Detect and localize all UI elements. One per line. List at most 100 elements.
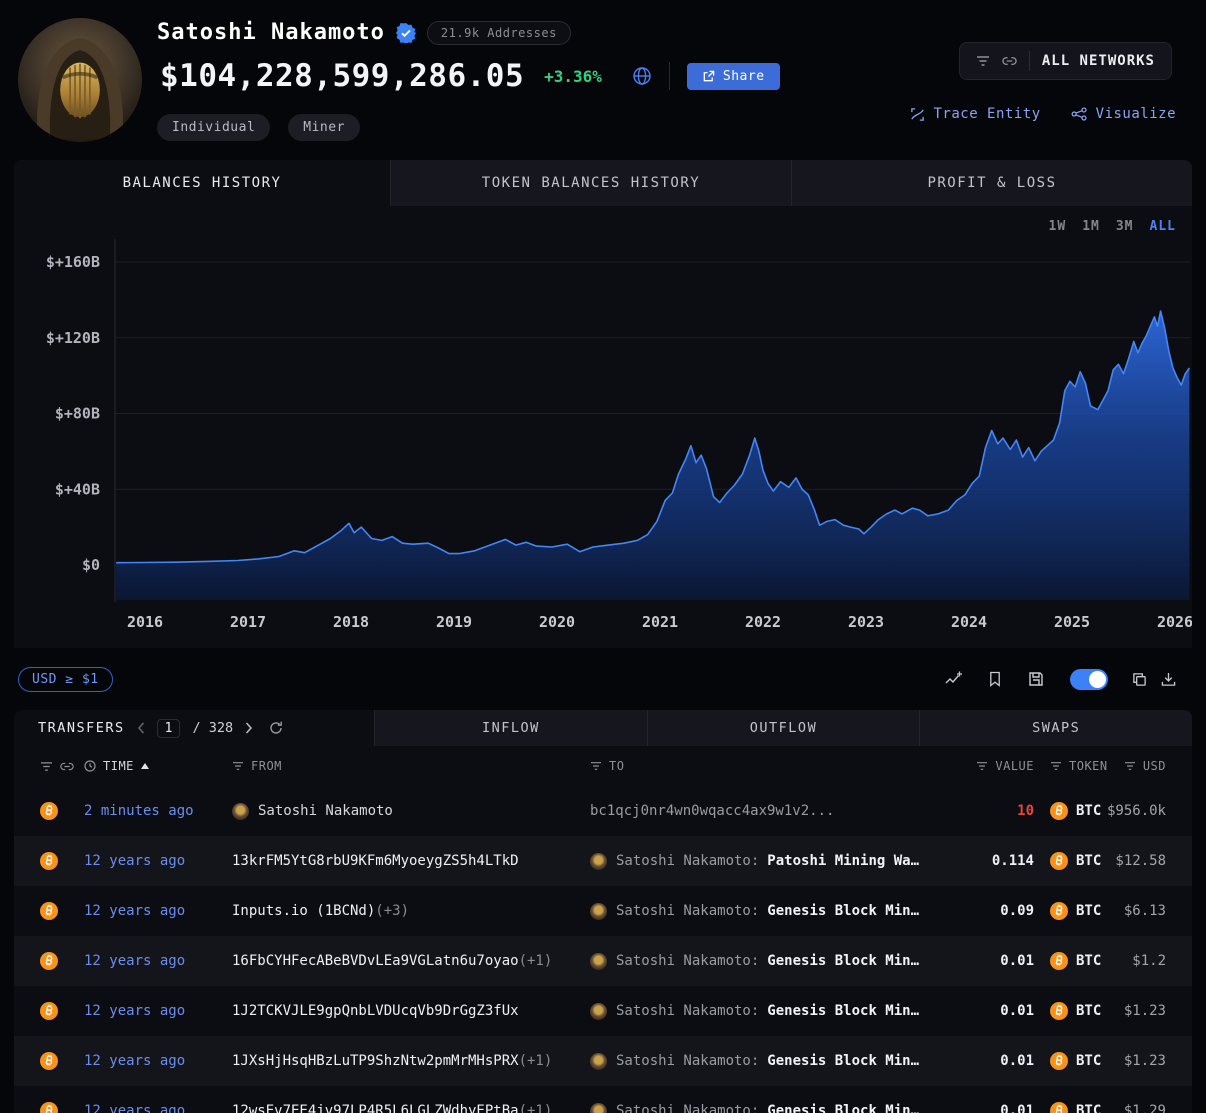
filter-icon [590,761,602,771]
transfers-panel: TRANSFERS 1 / 328 INFLOW OUTFLOW SWAPS T… [14,710,1192,1113]
add-chart-icon[interactable] [945,671,962,688]
table-row[interactable]: 12 years ago 1JXsHjHsqHBzLuTP9ShzNtw2pmM… [14,1036,1192,1086]
chart-tabbar: BALANCES HISTORY TOKEN BALANCES HISTORY … [14,160,1192,206]
filter-icon [1124,761,1136,771]
transfers-tabbar: TRANSFERS 1 / 328 INFLOW OUTFLOW SWAPS [14,710,1192,746]
svg-text:2019: 2019 [436,613,472,631]
table-row[interactable]: 12 years ago Inputs.io (1BCNd)(+3) Satos… [14,886,1192,936]
tab-transfers[interactable]: TRANSFERS [38,720,125,736]
link-icon [1002,56,1017,66]
portfolio-balance: $104,228,599,286.05 [160,58,524,94]
range-3m[interactable]: 3M [1116,219,1134,234]
chart-toolbar: USD ≥ $1 [0,648,1206,710]
transfer-to[interactable]: Satoshi Nakamoto:Genesis Block Min… [590,1053,976,1070]
table-row[interactable]: 12 years ago 13krFM5YtG8rbU9KFm6MyoeygZS… [14,836,1192,886]
transfer-usd: $1.29 [1104,1103,1166,1113]
btc-icon [40,1002,58,1020]
transfer-value: 0.01 [976,953,1034,969]
range-1w[interactable]: 1W [1049,219,1067,234]
transfer-time: 2 minutes ago [84,803,232,819]
refresh-icon[interactable] [269,721,283,735]
transfer-usd: $6.13 [1104,903,1166,919]
transfer-token: BTC [1034,1002,1104,1020]
transfer-to[interactable]: Satoshi Nakamoto:Genesis Block Min… [590,1003,976,1020]
column-time[interactable]: TIME [84,759,232,773]
next-page-icon[interactable] [245,722,253,734]
column-usd[interactable]: USD [1104,759,1166,773]
bookmark-icon[interactable] [988,671,1002,687]
link-icon[interactable] [60,762,74,771]
verified-badge-icon [396,23,416,43]
table-row[interactable]: 12 years ago 12wsEv7EE4jv97LP4R5L6LGLZWd… [14,1086,1192,1113]
divider [669,62,670,90]
btc-icon [1050,1102,1068,1113]
download-icon[interactable] [1161,672,1176,687]
btc-icon [40,1052,58,1070]
transfer-from[interactable]: 12wsEv7EE4jv97LP4R5L6LGLZWdhyEPtBa(+1) [232,1103,590,1113]
transfer-from[interactable]: 13krFM5YtG8rbU9KFm6MyoeygZS5h4LTkD [232,853,590,869]
trace-icon [910,107,925,122]
svg-text:2026: 2026 [1157,613,1192,631]
save-icon[interactable] [1028,671,1044,687]
transfer-usd: $956.0k [1104,803,1166,819]
range-all[interactable]: ALL [1150,219,1176,234]
table-row[interactable]: 12 years ago 16FbCYHFecABeBVDvLEa9VGLatn… [14,936,1192,986]
transfer-to[interactable]: Satoshi Nakamoto:Genesis Block Min… [590,953,976,970]
visualize-button[interactable]: Visualize [1071,106,1176,122]
transfer-from[interactable]: 1JXsHjHsqHBzLuTP9ShzNtw2pmMrMHsPRX(+1) [232,1053,590,1069]
chart-area: 1W 1M 3M ALL $+160B$+120B$+80B$+40B$0201… [14,206,1192,648]
transfer-to[interactable]: Satoshi Nakamoto:Genesis Block Min… [590,903,976,920]
sort-asc-icon [141,763,149,769]
transfer-token: BTC [1034,952,1104,970]
column-token[interactable]: TOKEN [1034,759,1104,773]
addresses-count-badge[interactable]: 21.9k Addresses [427,21,571,45]
transfer-from[interactable]: Satoshi Nakamoto [232,803,590,820]
tab-balances-history[interactable]: BALANCES HISTORY [14,160,390,206]
svg-text:2016: 2016 [127,613,163,631]
range-1m[interactable]: 1M [1082,219,1100,234]
tab-outflow[interactable]: OUTFLOW [647,710,920,746]
btc-icon [40,802,58,820]
svg-text:$+40B: $+40B [55,480,100,498]
current-page: 1 [157,719,181,738]
table-row[interactable]: 12 years ago 1J2TCKVJLE9gpQnbLVDUcqVb9Dr… [14,986,1192,1036]
transfers-table: 2 minutes ago Satoshi Nakamoto bc1qcj0nr… [14,786,1192,1113]
transfer-from[interactable]: 1J2TCKVJLE9gpQnbLVDUcqVb9DrGgZ3fUx [232,1003,590,1019]
trace-entity-button[interactable]: Trace Entity [910,106,1040,122]
transfer-to[interactable]: bc1qcj0nr4wn0wqacc4ax9w1v2... [590,803,976,819]
globe-icon[interactable] [632,66,652,86]
transfer-usd: $1.2 [1104,953,1166,969]
copy-icon[interactable] [1132,672,1147,687]
transfer-from[interactable]: 16FbCYHFecABeBVDvLEa9VGLatn6u7oyao(+1) [232,953,590,969]
btc-icon [1050,1052,1068,1070]
column-from[interactable]: FROM [232,759,590,773]
share-button[interactable]: Share [687,63,780,90]
usd-filter-pill[interactable]: USD ≥ $1 [18,667,113,692]
transfer-to[interactable]: Satoshi Nakamoto:Patoshi Mining Wa… [590,853,976,870]
transfer-value: 0.01 [976,1103,1034,1113]
tag-miner: Miner [288,114,360,141]
filter-icon[interactable] [40,761,53,772]
entity-name: Satoshi Nakamoto [157,20,385,45]
svg-text:$0: $0 [82,556,100,574]
transfer-value: 0.01 [976,1003,1034,1019]
transfer-token: BTC [1034,1102,1104,1113]
transfer-to[interactable]: Satoshi Nakamoto:Genesis Block Min… [590,1103,976,1113]
table-row[interactable]: 2 minutes ago Satoshi Nakamoto bc1qcj0nr… [14,786,1192,836]
network-selector-label: ALL NETWORKS [1042,53,1155,69]
tab-profit-loss[interactable]: PROFIT & LOSS [791,160,1192,206]
column-to[interactable]: TO [590,759,976,773]
balance-history-chart[interactable]: $+160B$+120B$+80B$+40B$02016201720182019… [14,206,1192,648]
tab-inflow[interactable]: INFLOW [374,710,647,746]
svg-text:2017: 2017 [230,613,266,631]
table-header: TIME FROM TO VALUE TOKEN USD [14,746,1192,786]
transfer-from[interactable]: Inputs.io (1BCNd)(+3) [232,903,590,919]
transfer-time: 12 years ago [84,953,232,969]
network-selector[interactable]: ALL NETWORKS [959,42,1172,80]
column-value[interactable]: VALUE [976,759,1034,773]
tab-token-balances-history[interactable]: TOKEN BALANCES HISTORY [390,160,791,206]
entity-avatar [590,1103,607,1113]
prev-page-icon[interactable] [137,722,145,734]
chart-toggle[interactable] [1070,669,1108,690]
tab-swaps[interactable]: SWAPS [919,710,1192,746]
